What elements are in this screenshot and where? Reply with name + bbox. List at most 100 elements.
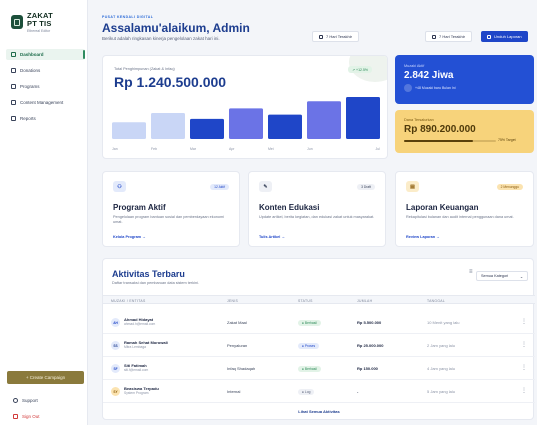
row-amount: Rp 25.000.000: [357, 343, 384, 348]
chart-bar-mei[interactable]: [268, 114, 302, 139]
status-badge: ● Proses: [298, 342, 320, 349]
download-report-button[interactable]: Unduh Laporan: [481, 31, 528, 42]
sidebar-nav: Dashboard Donations Programs Content Man…: [6, 49, 85, 129]
education-content-card[interactable]: ✎ 3 Draft Konten Edukasi Update artikel,…: [248, 171, 386, 247]
revenue-value: Rp 1.240.500.000: [114, 74, 227, 90]
brand-title-line2: PT TIS: [27, 19, 52, 28]
date-range-filter[interactable]: 7 Hari Terakhir: [425, 31, 472, 42]
report-badge: 2 Menunggu: [496, 184, 523, 190]
avatar: SY: [111, 387, 120, 396]
donors-note: +48 Muzaki baru Bulan Ini: [404, 84, 456, 92]
more-options-icon[interactable]: ⋮: [521, 364, 527, 371]
revenue-card: Total Penghimpunan (Zakat & Infaq) Rp 1.…: [102, 55, 388, 159]
sidebar-item-content-management[interactable]: Content Management: [6, 97, 85, 108]
chart-bar-jul[interactable]: [346, 97, 380, 139]
funds-distributed-card: Dana Tersalurkan Rp 890.200.000 75% Targ…: [395, 110, 534, 153]
chart-bar-apr[interactable]: [229, 108, 263, 139]
x-tick-label: Jun: [307, 147, 313, 151]
funds-progress-track: [404, 140, 496, 142]
report-title: Laporan Keuangan: [406, 203, 479, 212]
calendar-icon: [319, 34, 323, 39]
sidebar-item-reports[interactable]: Reports: [6, 113, 85, 124]
table-row[interactable]: SS Ramah Sehat Morowali Mitra Lembaga Pe…: [103, 334, 535, 357]
table-header: MUZAKI / ENTITAS JENIS STATUS JUMLAH TAN…: [103, 295, 535, 304]
activity-subtitle: Daftar transaksi dan pembaruan data sist…: [112, 281, 199, 285]
sidebar-item-donations[interactable]: Donations: [6, 65, 85, 76]
users-icon: [404, 84, 412, 92]
status-badge: ● Log: [298, 388, 315, 395]
chart-bar-jun[interactable]: [307, 101, 341, 139]
see-all-activity-link[interactable]: Lihat Semua Aktivitas: [103, 409, 535, 414]
row-email: Mitra Lembaga: [124, 345, 146, 349]
funds-value: Rp 890.200.000: [404, 124, 476, 135]
support-link[interactable]: Support: [13, 398, 38, 403]
program-icon: ⚇: [113, 181, 126, 192]
row-type: Penyaluran: [227, 343, 248, 348]
grid-icon: [11, 52, 16, 57]
row-date: 4 Jam yang lalu: [427, 366, 456, 371]
date-range-filter-label: 7 Hari Terakhir: [439, 34, 465, 39]
review-report-link[interactable]: Review Laporan →: [406, 235, 440, 239]
row-date: 10 Menit yang lalu: [427, 320, 460, 325]
chart-report-icon: [11, 116, 16, 121]
category-filter-label: Semua Kategori: [481, 274, 509, 278]
financial-report-card[interactable]: ▤ 2 Menunggu Laporan Keuangan Rekapitula…: [395, 171, 534, 247]
content-title: Konten Edukasi: [259, 203, 320, 212]
column-header: JENIS: [227, 298, 239, 303]
write-article-link[interactable]: Tulis Artikel →: [259, 235, 285, 239]
avatar: SS: [111, 341, 120, 350]
create-campaign-button[interactable]: + Create Campaign: [7, 371, 84, 384]
row-email: siti.f@email.com: [124, 368, 149, 372]
chart-bar-mar[interactable]: [190, 118, 224, 139]
row-type: Infaq Shadaqah: [227, 366, 256, 371]
brand[interactable]: ZAKAT PT TIS Ethereal Editor: [11, 12, 53, 33]
recent-activity-card: Aktivitas Terbaru Daftar transaksi dan p…: [102, 258, 535, 420]
funds-progress-fill: [404, 140, 473, 142]
date-range-button[interactable]: 7 Hari Terakhir: [312, 31, 359, 42]
chart-bar-feb[interactable]: [151, 112, 185, 139]
hand-heart-icon: [11, 68, 16, 73]
more-options-icon[interactable]: ⋮: [521, 341, 527, 348]
content-badge: 3 Draft: [357, 184, 375, 190]
more-options-icon[interactable]: ⋮: [521, 318, 527, 325]
table-row[interactable]: SY Beasiswa Terpadu System Program Inter…: [103, 380, 535, 403]
sign-out-link[interactable]: Sign Out: [13, 414, 40, 419]
x-tick-label: Mar: [190, 147, 197, 151]
category-filter-select[interactable]: Semua Kategori ⌄: [476, 271, 528, 281]
document-icon: [11, 100, 16, 105]
sidebar: ZAKAT PT TIS Ethereal Editor Dashboard D…: [0, 0, 88, 425]
sidebar-item-programs[interactable]: Programs: [6, 81, 85, 92]
active-donors-card: Muzaki Aktif 2.842 Jiwa +48 Muzaki baru …: [395, 55, 534, 104]
page-title: Assalamu'alaikum, Admin: [102, 21, 250, 35]
x-tick-label: Mei: [268, 147, 274, 151]
brand-subtitle: Ethereal Editor: [27, 29, 51, 33]
date-range-label: 7 Hari Terakhir: [326, 34, 352, 39]
download-report-label: Unduh Laporan: [494, 34, 522, 39]
row-date: 5 Jam yang lalu: [427, 389, 456, 394]
table-row[interactable]: SF Siti Fatimah siti.f@email.com Infaq S…: [103, 357, 535, 380]
x-tick-label: Apr: [229, 147, 235, 151]
chart-bar-jan[interactable]: [112, 122, 146, 139]
row-email: System Program: [124, 391, 149, 395]
column-header: TANGGAL: [427, 298, 446, 303]
row-date: 2 Jam yang lalu: [427, 343, 456, 348]
table-row[interactable]: AH Ahmad Hidayat ahmad.h@email.com Zakat…: [103, 311, 535, 334]
edit-icon: ✎: [259, 181, 272, 192]
filter-icon[interactable]: ≡: [469, 269, 476, 276]
column-header: MUZAKI / ENTITAS: [111, 298, 146, 303]
sidebar-item-label: Content Management: [20, 100, 64, 105]
more-options-icon[interactable]: ⋮: [521, 387, 527, 394]
program-badge: 12 Aktif: [210, 184, 229, 190]
sign-out-label: Sign Out: [22, 414, 40, 419]
program-active-card[interactable]: ⚇ 12 Aktif Program Aktif Pengelolaan pro…: [102, 171, 240, 247]
support-label: Support: [22, 398, 38, 403]
row-type: Internal: [227, 389, 241, 394]
sidebar-item-label: Programs: [20, 84, 40, 89]
avatar: AH: [111, 318, 120, 327]
manage-program-link[interactable]: Kelola Program →: [113, 235, 146, 239]
donors-label: Muzaki Aktif: [404, 64, 425, 68]
sidebar-item-label: Dashboard: [20, 52, 44, 57]
sidebar-item-dashboard[interactable]: Dashboard: [6, 49, 85, 60]
row-amount: Rp 150.000: [357, 366, 378, 371]
chevron-down-icon: ⌄: [519, 274, 523, 279]
